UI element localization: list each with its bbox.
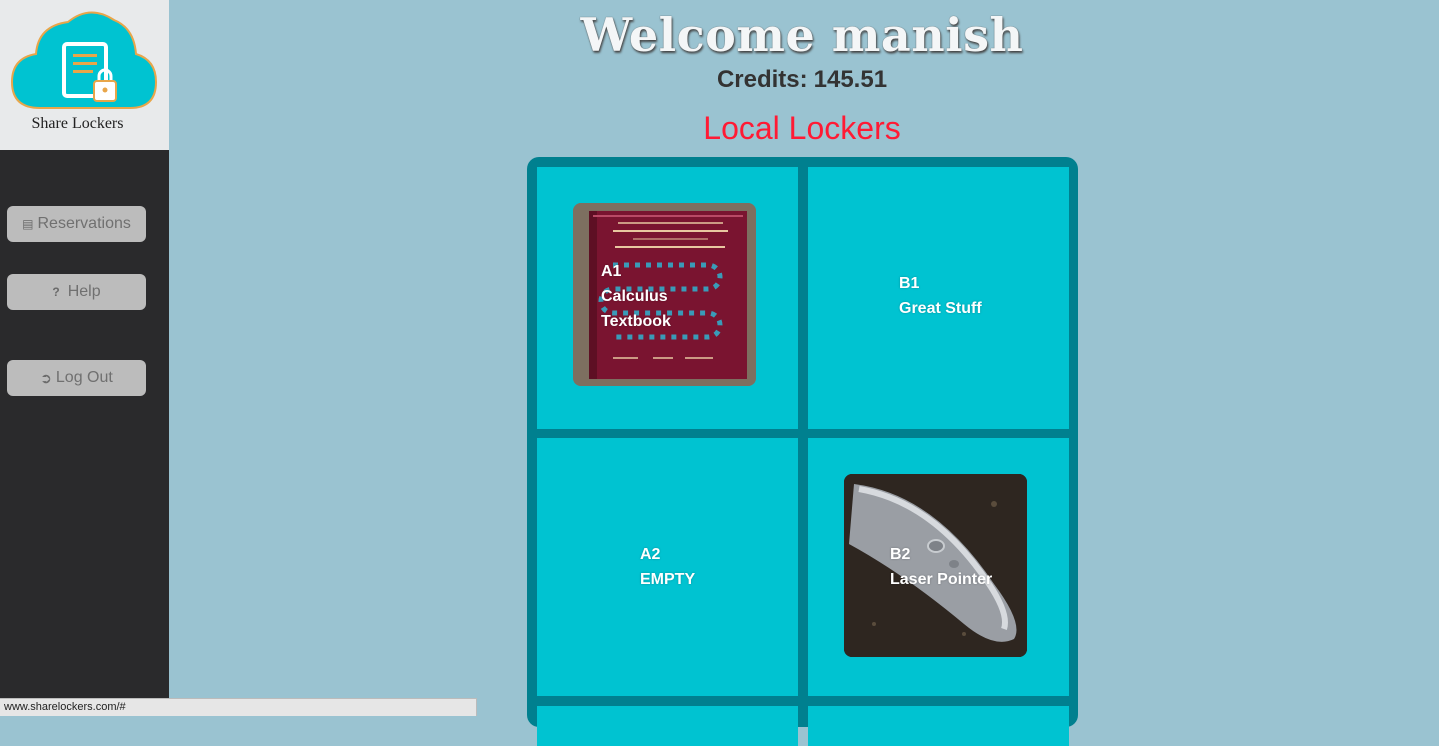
logout-icon: ➲	[40, 369, 52, 386]
locker-a1-line1: Calculus	[601, 288, 668, 305]
locker-a2[interactable]: A2 EMPTY	[537, 438, 798, 696]
locker-b2-label: B2 Laser Pointer	[890, 542, 992, 592]
logout-label: Log Out	[55, 369, 113, 386]
locker-b2-line1: Laser Pointer	[890, 571, 993, 588]
locker-a2-id: A2	[640, 546, 661, 563]
logout-button[interactable]: ➲ Log Out	[7, 360, 146, 396]
credits-label: Credits:	[716, 66, 808, 93]
cloud-lock-logo-icon	[10, 11, 158, 109]
calendar-icon: ▤	[22, 217, 34, 231]
locker-b3[interactable]	[808, 706, 1069, 746]
locker-b1-id: B1	[899, 275, 920, 292]
sidebar: Share Lockers ▤ Reservations ? Help ➲ Lo…	[0, 0, 169, 716]
reservations-button[interactable]: ▤ Reservations	[7, 206, 146, 242]
locker-a1-line2: Textbook	[601, 313, 671, 330]
locker-b2-id: B2	[890, 546, 911, 563]
brand-name: Share Lockers	[31, 115, 124, 132]
section-title: Local Lockers	[703, 110, 901, 146]
locker-grid: A1 Calculus Textbook B1 Great Stuff A2 E…	[527, 157, 1078, 746]
locker-a1-id: A1	[601, 263, 622, 280]
locker-b1[interactable]: B1 Great Stuff	[808, 167, 1069, 429]
locker-b1-label: B1 Great Stuff	[899, 271, 982, 321]
credits-display: Credits: 145.51	[569, 66, 1035, 94]
help-label: Help	[67, 283, 101, 300]
locker-b1-line1: Great Stuff	[899, 300, 982, 317]
locker-b2[interactable]: B2 Laser Pointer	[808, 438, 1069, 696]
locker-a2-label: A2 EMPTY	[640, 542, 695, 592]
locker-a1-label: A1 Calculus Textbook	[601, 259, 671, 334]
status-bar-url: www.sharelockers.com/#	[0, 698, 477, 716]
logo-area[interactable]: Share Lockers	[0, 0, 169, 150]
locker-a2-line1: EMPTY	[640, 571, 696, 588]
locker-a1[interactable]: A1 Calculus Textbook	[537, 167, 798, 429]
locker-a3[interactable]	[537, 706, 798, 746]
welcome-heading: Welcome manish	[580, 8, 1024, 62]
help-button[interactable]: ? Help	[7, 274, 146, 310]
question-icon: ?	[52, 285, 60, 299]
credits-value: 145.51	[813, 66, 888, 93]
reservations-label: Reservations	[37, 215, 131, 232]
